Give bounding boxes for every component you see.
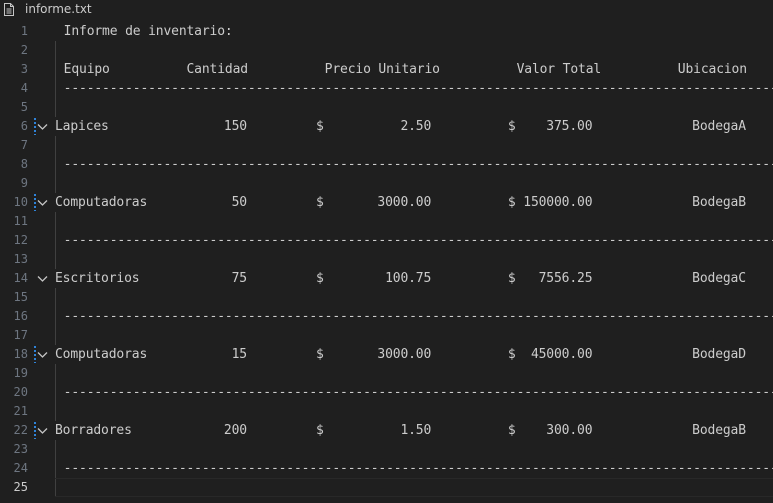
line-number: 14 — [13, 271, 28, 285]
chevron-down-icon[interactable] — [36, 196, 49, 209]
line-number: 8 — [20, 157, 28, 171]
line-text: Computadoras 15 $ 3000.00 $ 45000.00 Bod… — [55, 347, 746, 362]
editor-line[interactable]: 25 — [0, 478, 773, 497]
chevron-down-icon[interactable] — [36, 348, 49, 361]
indent-guide — [55, 364, 56, 383]
editor-line[interactable]: 19 — [0, 364, 773, 383]
current-line-highlight — [55, 478, 773, 497]
line-text: ----------------------------------------… — [56, 81, 773, 96]
line-number: 23 — [13, 442, 28, 456]
indent-guide — [55, 136, 56, 155]
editor-line[interactable]: 24 -------------------------------------… — [0, 459, 773, 478]
chevron-down-icon[interactable] — [36, 120, 49, 133]
line-number: 6 — [20, 119, 28, 133]
indent-guide — [55, 250, 56, 269]
editor-line[interactable]: 18 Computadoras 15 $ 3000.00 $ 45000.00 B… — [0, 345, 773, 364]
editor-line[interactable]: 10 Computadoras 50 $ 3000.00 $ 150000.00 … — [0, 193, 773, 212]
line-number: 16 — [13, 309, 28, 323]
line-number: 22 — [13, 423, 28, 437]
file-text-icon — [4, 3, 14, 16]
line-number: 9 — [20, 176, 28, 190]
editor-line[interactable]: 9 — [0, 174, 773, 193]
line-number: 13 — [13, 252, 28, 266]
line-text: Lapices 150 $ 2.50 $ 375.00 BodegaA — [55, 119, 746, 134]
indent-guide — [55, 98, 56, 117]
indent-guide — [55, 288, 56, 307]
line-text: ----------------------------------------… — [56, 309, 773, 324]
line-number: 24 — [13, 461, 28, 475]
indent-guide — [55, 212, 56, 231]
line-text: ----------------------------------------… — [56, 157, 773, 172]
line-text: ----------------------------------------… — [56, 233, 773, 248]
editor-line[interactable]: 2 — [0, 41, 773, 60]
line-number: 17 — [13, 328, 28, 342]
editor-line[interactable]: 15 — [0, 288, 773, 307]
line-text: ----------------------------------------… — [56, 461, 773, 476]
chevron-down-icon[interactable] — [36, 424, 49, 437]
line-number: 11 — [13, 214, 28, 228]
editor-line[interactable]: 1 Informe de inventario: — [0, 22, 773, 41]
editor-line[interactable]: 11 — [0, 212, 773, 231]
line-number: 7 — [20, 138, 28, 152]
editor-tab[interactable]: informe.txt — [0, 0, 773, 20]
line-text: Computadoras 50 $ 3000.00 $ 150000.00 Bo… — [55, 195, 746, 210]
editor-line[interactable]: 21 — [0, 402, 773, 421]
indent-guide — [55, 41, 56, 60]
line-text: Informe de inventario: — [56, 24, 233, 39]
editor-line[interactable]: 6 Lapices 150 $ 2.50 $ 375.00 BodegaA — [0, 117, 773, 136]
line-number: 3 — [20, 62, 28, 76]
line-number: 2 — [20, 43, 28, 57]
line-text: ----------------------------------------… — [56, 385, 773, 400]
editor-line[interactable]: 13 — [0, 250, 773, 269]
indent-guide — [55, 402, 56, 421]
editor-line[interactable]: 7 — [0, 136, 773, 155]
line-text: Borradores 200 $ 1.50 $ 300.00 BodegaB — [55, 423, 746, 438]
line-text: Equipo Cantidad Precio Unitario Valor To… — [56, 62, 747, 77]
editor-line[interactable]: 20 -------------------------------------… — [0, 383, 773, 402]
indent-guide — [55, 174, 56, 193]
indent-guide — [55, 326, 56, 345]
line-number: 10 — [13, 195, 28, 209]
editor-line[interactable]: 22 Borradores 200 $ 1.50 $ 300.00 BodegaB — [0, 421, 773, 440]
line-number: 20 — [13, 385, 28, 399]
line-number: 5 — [20, 100, 28, 114]
editor-line[interactable]: 23 — [0, 440, 773, 459]
line-number: 18 — [13, 347, 28, 361]
editor-line[interactable]: 8 --------------------------------------… — [0, 155, 773, 174]
line-number: 15 — [13, 290, 28, 304]
line-number: 12 — [13, 233, 28, 247]
line-number: 25 — [13, 480, 28, 494]
editor-line[interactable]: 16 -------------------------------------… — [0, 307, 773, 326]
chevron-down-icon[interactable] — [36, 272, 49, 285]
line-text: Escritorios 75 $ 100.75 $ 7556.25 Bodega… — [55, 271, 746, 286]
line-number: 1 — [20, 24, 28, 38]
indent-guide — [55, 440, 56, 459]
tab-title: informe.txt — [25, 2, 92, 16]
line-number: 19 — [13, 366, 28, 380]
editor-line[interactable]: 14 Escritorios 75 $ 100.75 $ 7556.25 Bode… — [0, 269, 773, 288]
text-editor[interactable]: 1 Informe de inventario: 2 3 Equipo Cantid… — [0, 20, 773, 503]
editor-line[interactable]: 3 Equipo Cantidad Precio Unitario Valor … — [0, 60, 773, 79]
editor-line[interactable]: 4 --------------------------------------… — [0, 79, 773, 98]
editor-line[interactable]: 17 — [0, 326, 773, 345]
line-number: 21 — [13, 404, 28, 418]
editor-line[interactable]: 12 -------------------------------------… — [0, 231, 773, 250]
line-number: 4 — [20, 81, 28, 95]
editor-line[interactable]: 5 — [0, 98, 773, 117]
